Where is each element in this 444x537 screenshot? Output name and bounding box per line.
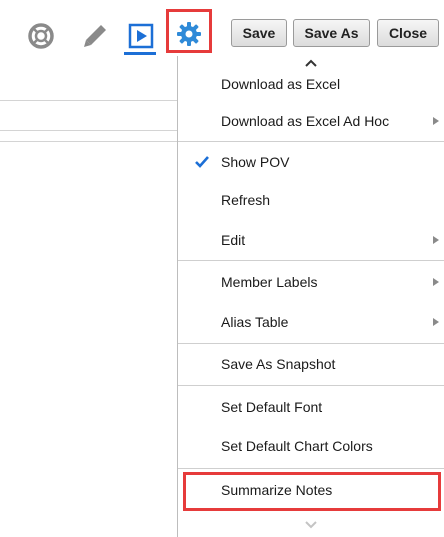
play-icon[interactable]: [124, 20, 158, 52]
menu-item-alias-table[interactable]: Alias Table: [178, 302, 444, 342]
menu-separator: [178, 385, 444, 386]
save-button[interactable]: Save: [231, 19, 287, 47]
menu-item-set-default-font[interactable]: Set Default Font: [178, 387, 444, 427]
app-page: Save Save As Close Download as Excel Dow…: [0, 0, 444, 537]
content-divider: [0, 130, 177, 131]
content-divider: [0, 141, 177, 142]
close-button[interactable]: Close: [377, 19, 439, 47]
menu-item-download-excel[interactable]: Download as Excel: [178, 64, 444, 104]
settings-menu: Download as Excel Download as Excel Ad H…: [177, 56, 444, 537]
menu-item-label: Download as Excel Ad Hoc: [221, 113, 390, 129]
menu-item-download-excel-adhoc[interactable]: Download as Excel Ad Hoc: [178, 101, 444, 141]
menu-item-label: Set Default Chart Colors: [221, 438, 373, 454]
gear-highlight-box: [166, 9, 212, 53]
menu-item-label: Member Labels: [221, 274, 318, 290]
content-divider: [0, 100, 177, 101]
menu-item-label: Save As Snapshot: [221, 356, 336, 372]
menu-item-label: Download as Excel: [221, 76, 341, 92]
menu-item-refresh[interactable]: Refresh: [178, 180, 444, 220]
menu-separator: [178, 468, 444, 469]
menu-item-label: Alias Table: [221, 314, 289, 330]
menu-item-label: Refresh: [221, 192, 271, 208]
menu-item-save-as-snapshot[interactable]: Save As Snapshot: [178, 344, 444, 384]
checkmark-icon: [195, 156, 209, 168]
menu-item-member-labels[interactable]: Member Labels: [178, 262, 444, 302]
menu-item-show-pov[interactable]: Show POV: [178, 142, 444, 182]
chevron-right-icon: [433, 278, 439, 286]
toolbar: Save Save As Close: [0, 0, 444, 62]
pencil-icon[interactable]: [78, 20, 112, 52]
lifebuoy-icon[interactable]: [24, 20, 58, 52]
active-tab-indicator: [124, 52, 156, 55]
chevron-right-icon: [433, 117, 439, 125]
save-as-button[interactable]: Save As: [293, 19, 370, 47]
menu-item-set-default-chart-colors[interactable]: Set Default Chart Colors: [178, 426, 444, 466]
menu-item-edit[interactable]: Edit: [178, 220, 444, 260]
menu-item-label: Set Default Font: [221, 399, 323, 415]
scroll-down-icon[interactable]: [178, 518, 444, 532]
chevron-right-icon: [433, 318, 439, 326]
menu-item-label: Edit: [221, 232, 246, 248]
menu-separator: [178, 260, 444, 261]
chevron-right-icon: [433, 236, 439, 244]
summarize-notes-highlight-box: [183, 472, 441, 511]
menu-item-label: Show POV: [221, 154, 290, 170]
